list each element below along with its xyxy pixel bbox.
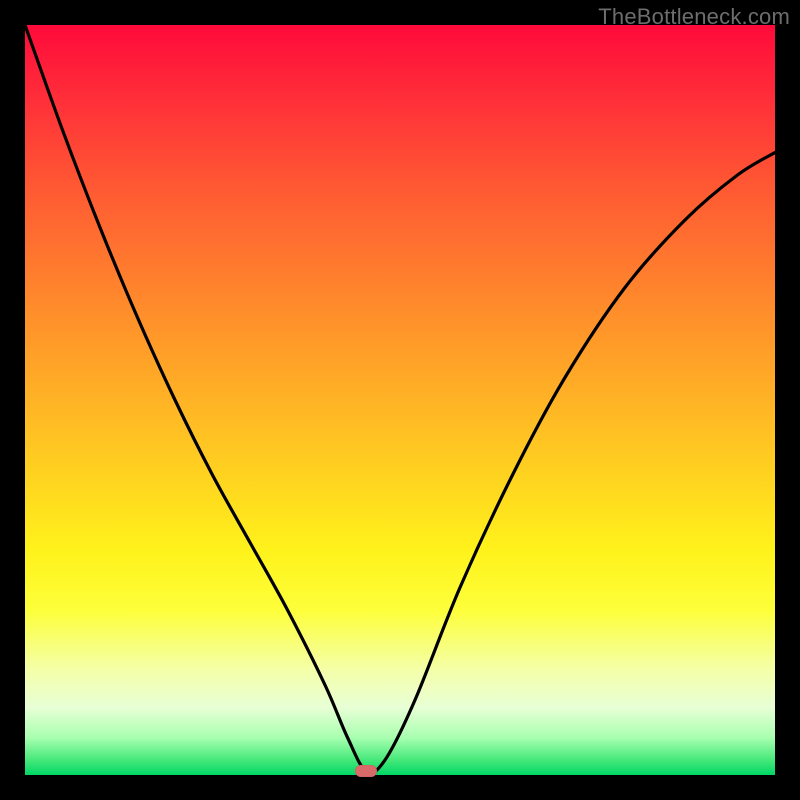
chart-frame: TheBottleneck.com [0,0,800,800]
plot-area [25,25,775,775]
curve-svg [25,25,775,775]
optimal-point-marker [355,765,377,777]
bottleneck-curve [25,25,775,773]
watermark-text: TheBottleneck.com [598,4,790,30]
